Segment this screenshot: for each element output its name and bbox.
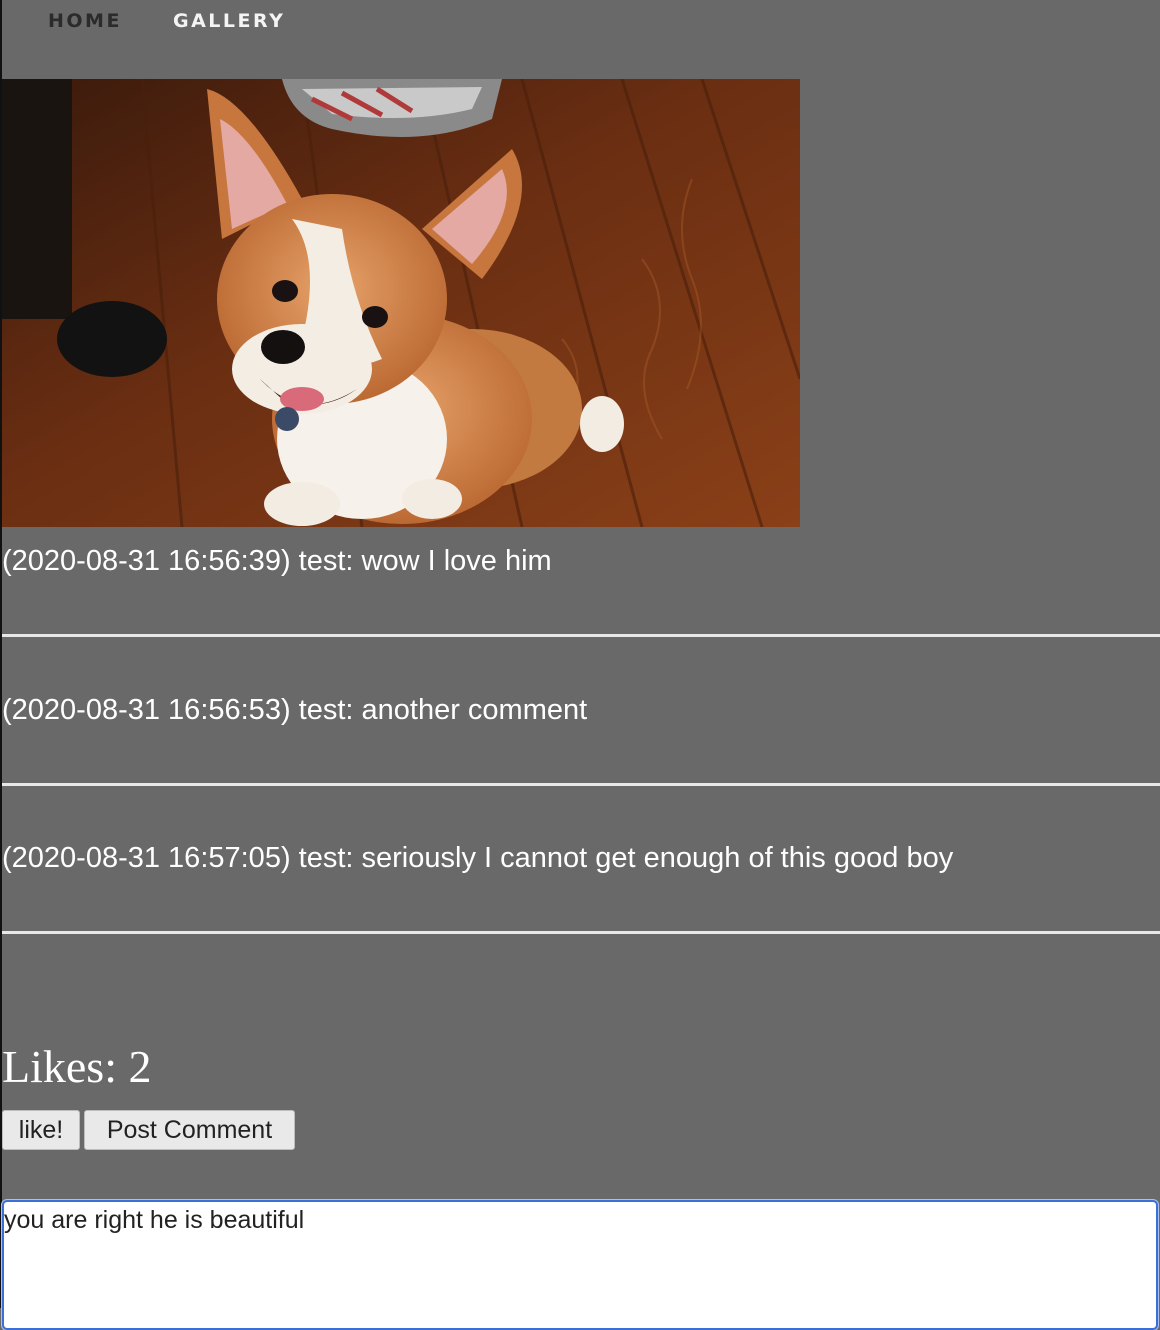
comment-divider (2, 931, 1160, 934)
comment-text: (2020-08-31 16:57:05) test: seriously I … (2, 842, 954, 874)
comment-divider (2, 783, 1160, 786)
like-button[interactable]: like! (2, 1110, 80, 1150)
corgi-photo (2, 79, 800, 527)
top-nav: HOME GALLERY (0, 0, 1160, 44)
comment-text: (2020-08-31 16:56:53) test: another comm… (2, 694, 588, 726)
nav-gallery-link[interactable]: GALLERY (173, 10, 285, 32)
likes-count: Likes: 2 (2, 1041, 152, 1092)
post-comment-button[interactable]: Post Comment (84, 1110, 295, 1150)
comment-input[interactable] (1, 1199, 1159, 1330)
comment-divider (2, 634, 1160, 637)
comment-text: (2020-08-31 16:56:39) test: wow I love h… (2, 545, 552, 577)
nav-home-link[interactable]: HOME (48, 10, 122, 32)
